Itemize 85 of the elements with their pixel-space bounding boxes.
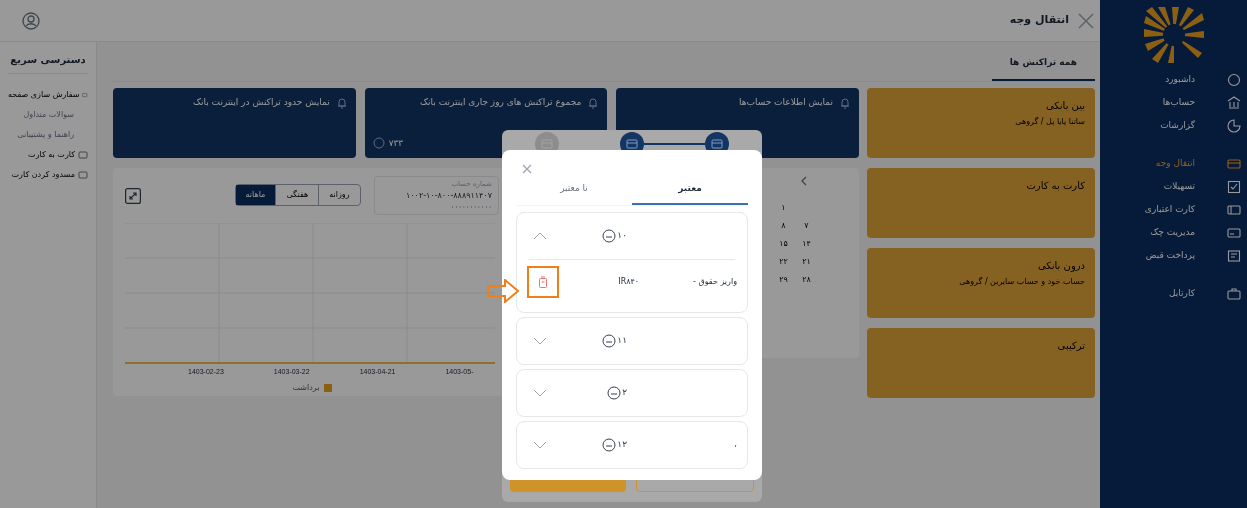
tab[interactable]: همه تراکنش ها xyxy=(991,55,1095,81)
coin-icon xyxy=(602,437,617,452)
legend-label: برداشت xyxy=(292,381,320,394)
card-icon xyxy=(1227,226,1241,240)
bell-icon[interactable] xyxy=(335,96,348,109)
widget-title: نمایش حدود تراکنش در اینترنت بانک xyxy=(192,96,330,109)
circle-icon xyxy=(372,137,385,150)
chevron-up-icon[interactable] xyxy=(533,231,547,240)
sun-logo xyxy=(1143,7,1204,63)
coin-icon xyxy=(602,333,617,348)
card-icon xyxy=(626,139,638,149)
sidebar-item[interactable]: گزارشات xyxy=(1100,118,1247,134)
card-title: ترکیبی xyxy=(1056,339,1085,353)
trash-icon[interactable] xyxy=(538,275,548,288)
quick-link[interactable]: سفارش سازی صفحه xyxy=(8,88,88,102)
sidebar-item[interactable]: انتقال وجه xyxy=(1100,156,1247,172)
sidebar-item[interactable]: مدیریت چک xyxy=(1100,225,1247,241)
close-icon[interactable] xyxy=(1077,11,1095,30)
transaction-description: واریز حقوق - xyxy=(693,275,737,288)
note-text: ، xyxy=(733,437,737,451)
quick-link[interactable]: مسدود کردن کارت xyxy=(8,168,88,182)
card-subtitle: حساب خود و حساب سایرین / گروهی xyxy=(958,276,1085,288)
checkbox-icon xyxy=(1227,180,1241,194)
coin-icon xyxy=(602,228,617,243)
coin-icon xyxy=(607,385,622,400)
sidebar-item[interactable]: کارت اعتباری xyxy=(1100,202,1247,218)
calendar-day[interactable]: ۱۵ xyxy=(779,238,788,250)
chart-icon xyxy=(1227,119,1241,133)
group-number: ۱۱ xyxy=(617,333,627,347)
card-icon xyxy=(1227,203,1241,217)
calendar-day[interactable]: ۱ xyxy=(779,202,788,214)
iban-text: IR۸۴۰ xyxy=(618,275,640,288)
widget-title: نمایش اطلاعات حساب‌ها xyxy=(738,96,833,109)
bank-icon xyxy=(1227,96,1241,110)
period-tab[interactable]: روزانه xyxy=(319,185,360,205)
sidebar-item[interactable]: داشبورد xyxy=(1100,72,1247,88)
card-icon xyxy=(541,139,553,149)
user-icon[interactable] xyxy=(22,11,40,30)
group-number: ۲ xyxy=(622,385,627,399)
calendar-day[interactable]: ۸ xyxy=(779,220,788,232)
calendar-day[interactable]: ۲۱ xyxy=(802,256,811,268)
close-icon[interactable] xyxy=(522,164,532,174)
card-title: بین بانکی xyxy=(1044,99,1085,113)
widget-title: مجموع تراکنش های روز جاری اینترنت بانک xyxy=(420,96,582,109)
chevron-icon[interactable] xyxy=(800,176,808,186)
calendar-day[interactable]: ۲۲ xyxy=(779,256,788,268)
panel-title: دسترسی سریع xyxy=(8,52,88,74)
service-card[interactable]: درون بانکی حساب خود و حساب سایرین / گروهی xyxy=(867,248,1095,318)
legend-swatch xyxy=(323,383,332,392)
bell-icon[interactable] xyxy=(587,96,600,109)
widget-value: ۷۳۳ xyxy=(388,136,404,150)
card-icon xyxy=(82,90,88,100)
service-card[interactable]: ترکیبی xyxy=(867,328,1095,398)
period-tab[interactable]: ماهانه xyxy=(235,185,277,205)
calendar-day[interactable]: ۱۴ xyxy=(802,238,811,250)
group-number: ۱۲ xyxy=(617,437,627,451)
bell-icon[interactable] xyxy=(839,96,851,109)
card-title: کارت به کارت xyxy=(1025,179,1085,193)
quick-link[interactable]: کارت به کارت xyxy=(8,148,88,162)
card-title: درون بانکی xyxy=(1036,259,1085,273)
calendar-day[interactable]: ۲۸ xyxy=(802,274,811,286)
circle-icon xyxy=(1227,73,1241,87)
calendar-day[interactable]: ۷ xyxy=(802,220,811,232)
chevron-down-icon[interactable] xyxy=(533,440,547,449)
sidebar-item[interactable]: تسهیلات xyxy=(1100,179,1247,195)
service-card[interactable]: بین بانکی ساتنا پایا پل / گروهی xyxy=(867,88,1095,158)
arrow-annotation xyxy=(487,279,519,303)
calendar-day[interactable]: ۲۹ xyxy=(779,274,788,286)
page-title: انتقال وجه xyxy=(1009,12,1069,29)
service-card[interactable]: کارت به کارت xyxy=(867,168,1095,238)
expand-icon[interactable] xyxy=(125,188,141,204)
card-icon xyxy=(1227,157,1241,171)
account-number: ۱۰۰۲-۱۰-۸۰۰-۸۸۸۹۱۱۴۰۷ xyxy=(406,189,492,202)
group-number: ۱۰ xyxy=(617,228,627,242)
tab[interactable]: نا معتبر xyxy=(516,182,632,205)
sidebar-item[interactable]: حساب‌ها xyxy=(1100,95,1247,111)
sidebar-item[interactable]: پرداخت قبض xyxy=(1100,248,1247,264)
card-subtitle: ساتنا پایا پل / گروهی xyxy=(1014,116,1085,128)
briefcase-icon xyxy=(1227,287,1241,301)
chevron-down-icon[interactable] xyxy=(533,336,547,345)
tab[interactable]: معتبر xyxy=(632,182,748,205)
receipt-icon xyxy=(1227,249,1241,263)
chevron-down-icon[interactable] xyxy=(533,388,547,397)
card-icon xyxy=(711,139,723,149)
sidebar-item[interactable]: کارتابل xyxy=(1100,286,1247,302)
